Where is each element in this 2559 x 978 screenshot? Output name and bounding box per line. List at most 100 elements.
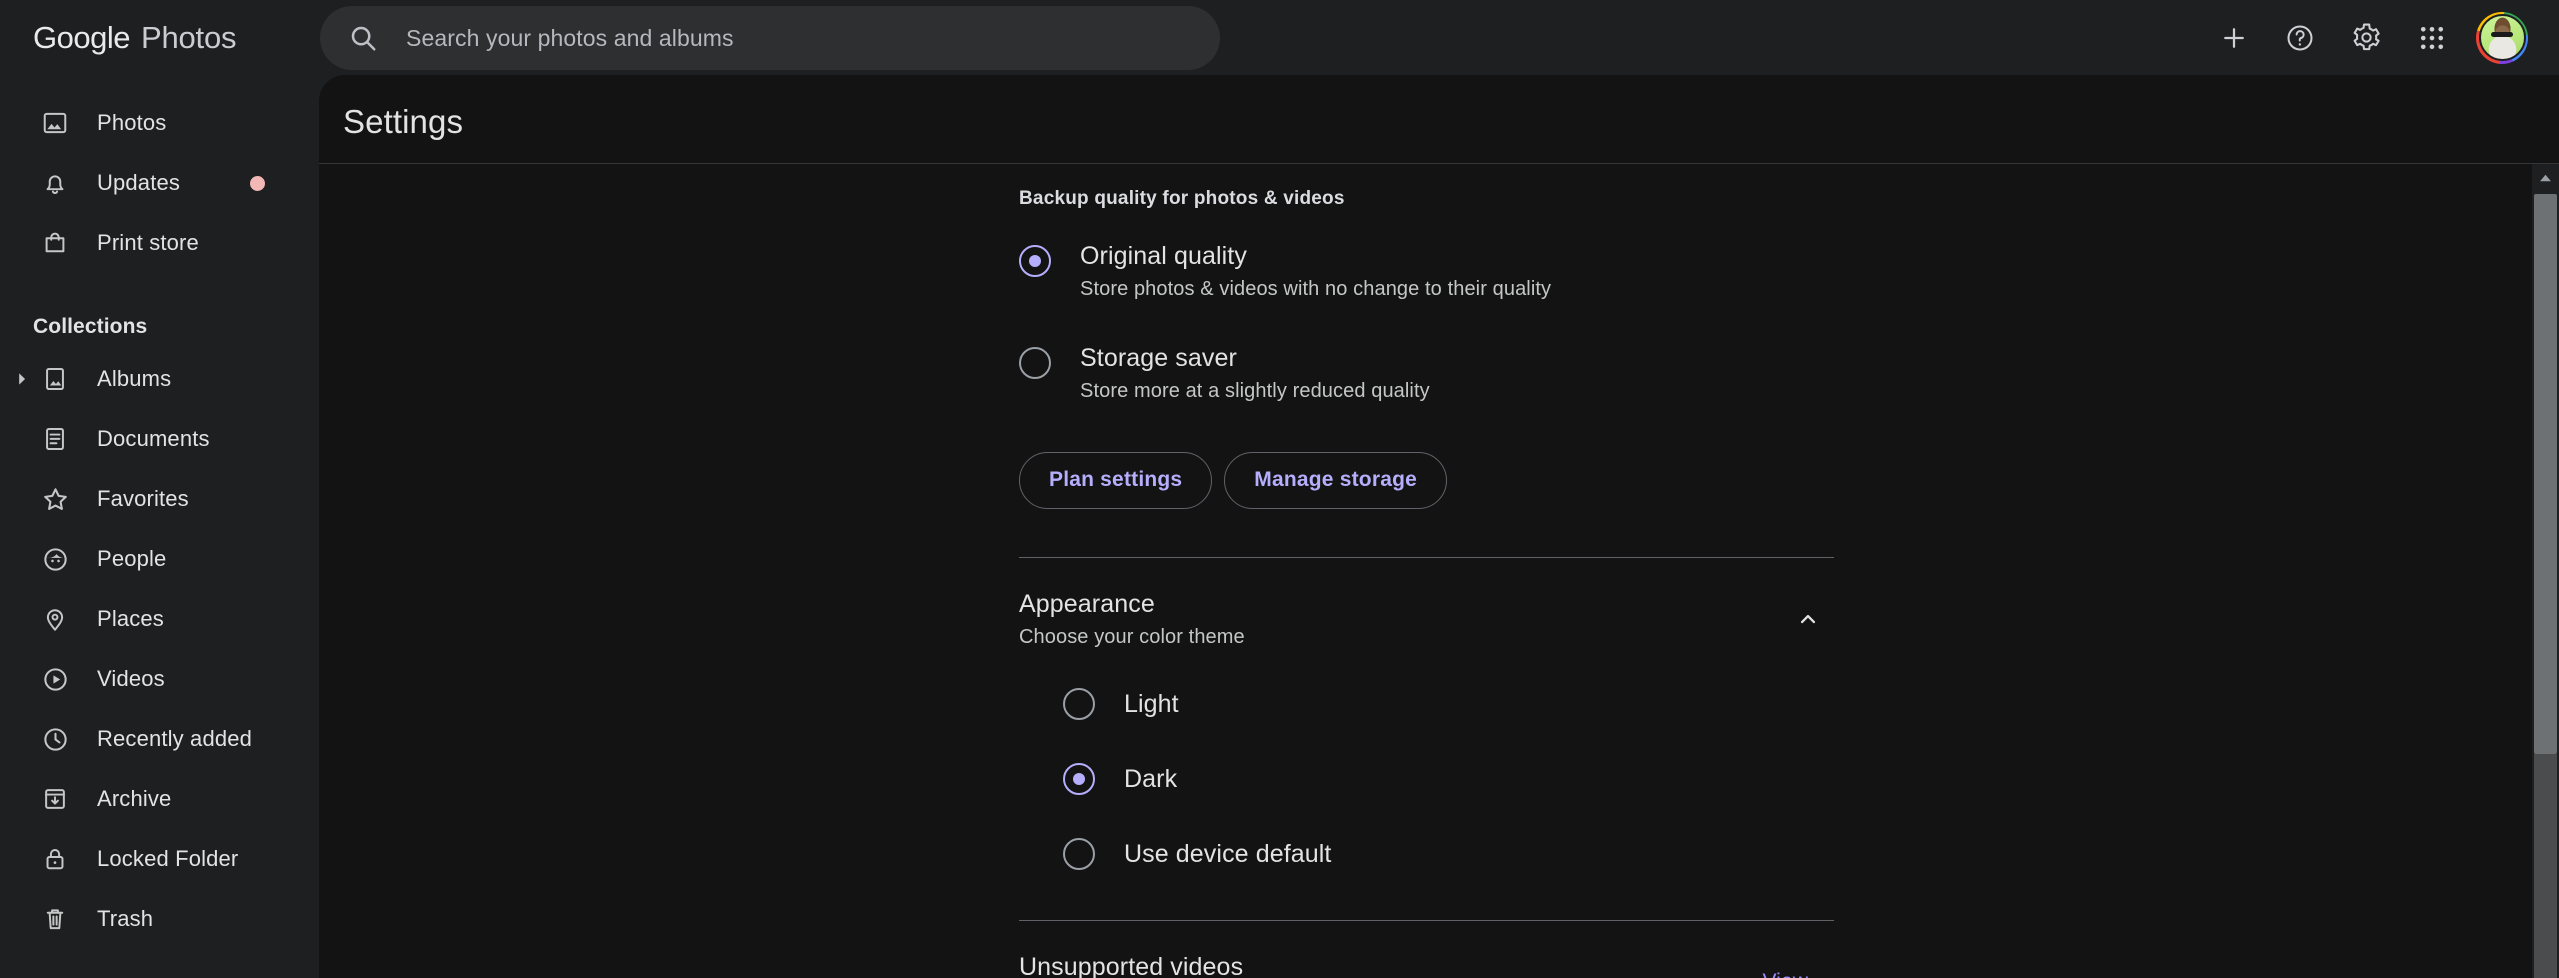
search-input[interactable]: Search your photos and albums [320, 6, 1220, 70]
search-icon [348, 23, 378, 53]
sidebar-item-places[interactable]: Places [0, 589, 311, 649]
option-title: Storage saver [1080, 344, 1430, 373]
sidebar-item-locked-folder[interactable]: Locked Folder [0, 829, 311, 889]
main-panel: Settings Backup quality for photos & vid… [319, 75, 2559, 978]
backup-quality-label: Backup quality for photos & videos [1019, 188, 1834, 210]
radio-dark-theme[interactable] [1063, 763, 1095, 795]
star-icon [40, 484, 70, 514]
chevron-up-icon[interactable] [1788, 599, 1828, 639]
help-button[interactable] [2267, 5, 2333, 71]
scrollbar-track[interactable] [2534, 754, 2557, 978]
theme-options: Light Dark Use device default [1019, 667, 1834, 892]
theme-label: Light [1124, 690, 1179, 719]
sidebar-item-documents[interactable]: Documents [0, 409, 311, 469]
unsupported-videos-text: Unsupported videos Manage your videos th… [1019, 953, 1415, 978]
settings-button[interactable] [2333, 5, 2399, 71]
google-photos-settings-app: Google Photos Search your photos and alb… [0, 0, 2559, 978]
radio-device-default-theme[interactable] [1063, 838, 1095, 870]
backup-option-text: Storage saver Store more at a slightly r… [1080, 344, 1430, 403]
theme-option-device-default[interactable]: Use device default [1019, 817, 1834, 892]
radio-original-quality[interactable] [1019, 245, 1051, 277]
shopping-bag-icon [40, 228, 70, 258]
sidebar-item-videos[interactable]: Videos [0, 649, 311, 709]
vertical-scrollbar[interactable] [2532, 164, 2559, 978]
sidebar-item-updates[interactable]: Updates [0, 153, 311, 213]
updates-badge [250, 176, 265, 191]
trash-icon [40, 904, 70, 934]
archive-icon [40, 784, 70, 814]
section-divider [1019, 920, 1834, 921]
backup-option-text: Original quality Store photos & videos w… [1080, 242, 1551, 301]
settings-content: Backup quality for photos & videos Origi… [1019, 164, 1834, 978]
radio-light-theme[interactable] [1063, 688, 1095, 720]
brand-photos-text: Photos [141, 20, 236, 56]
scrollbar-thumb[interactable] [2534, 194, 2557, 754]
sidebar-item-print-store[interactable]: Print store [0, 213, 311, 273]
gear-icon [2351, 22, 2382, 53]
unsupported-videos-row[interactable]: Unsupported videos Manage your videos th… [1019, 953, 1834, 978]
theme-option-light[interactable]: Light [1019, 667, 1834, 742]
account-avatar[interactable] [2469, 5, 2535, 71]
sidebar-item-photos[interactable]: Photos [0, 93, 311, 153]
sidebar-item-albums[interactable]: Albums [0, 349, 311, 409]
document-icon [40, 424, 70, 454]
sidebar-item-favorites[interactable]: Favorites [0, 469, 311, 529]
view-unsupported-videos-link[interactable]: View [1762, 970, 1808, 978]
sidebar-section-collections: Collections [33, 315, 319, 339]
option-title: Original quality [1080, 242, 1551, 271]
sidebar-item-label: Videos [97, 666, 165, 692]
theme-option-dark[interactable]: Dark [1019, 742, 1834, 817]
sidebar-item-label: Updates [97, 170, 180, 196]
plan-settings-button[interactable]: Plan settings [1019, 452, 1212, 509]
option-subtitle: Store more at a slightly reduced quality [1080, 380, 1430, 403]
sidebar-item-people[interactable]: People [0, 529, 311, 589]
lock-icon [40, 844, 70, 874]
appearance-header-text: Appearance Choose your color theme [1019, 590, 1245, 649]
sidebar-item-label: Favorites [97, 486, 189, 512]
chevron-right-icon[interactable] [12, 369, 32, 389]
caret-up-icon[interactable] [2532, 164, 2559, 191]
backup-option-storage-saver[interactable]: Storage saver Store more at a slightly r… [1019, 330, 1834, 417]
clock-icon [40, 724, 70, 754]
sidebar-item-label: People [97, 546, 166, 572]
backup-option-original-quality[interactable]: Original quality Store photos & videos w… [1019, 228, 1834, 315]
page-title: Settings [343, 103, 463, 141]
option-subtitle: Store photos & videos with no change to … [1080, 278, 1551, 301]
sidebar-item-label: Places [97, 606, 164, 632]
backup-actions: Plan settings Manage storage [1019, 452, 1834, 509]
radio-storage-saver[interactable] [1019, 347, 1051, 379]
sidebar-item-label: Archive [97, 786, 171, 812]
theme-label: Dark [1124, 765, 1177, 794]
sidebar-item-label: Albums [97, 366, 171, 392]
sidebar-item-recently-added[interactable]: Recently added [0, 709, 311, 769]
search-placeholder: Search your photos and albums [406, 25, 734, 52]
appearance-section-header[interactable]: Appearance Choose your color theme [1019, 590, 1834, 649]
brand-google-text: Google [33, 20, 130, 56]
sidebar-item-label: Locked Folder [97, 846, 238, 872]
theme-label: Use device default [1124, 840, 1331, 869]
apps-grid-icon [2417, 23, 2447, 53]
section-divider [1019, 557, 1834, 558]
sidebar-item-label: Documents [97, 426, 210, 452]
sidebar-item-label: Print store [97, 230, 199, 256]
top-bar-actions [2201, 0, 2535, 75]
bell-icon [40, 168, 70, 198]
help-circle-icon [2285, 23, 2315, 53]
brand-logo[interactable]: Google Photos [33, 20, 236, 56]
play-circle-icon [40, 664, 70, 694]
sidebar-item-label: Photos [97, 110, 166, 136]
manage-storage-button[interactable]: Manage storage [1224, 452, 1447, 509]
unsupported-videos-title: Unsupported videos [1019, 953, 1415, 978]
settings-scroll-area[interactable]: Backup quality for photos & videos Origi… [319, 164, 2559, 978]
plus-icon [2219, 23, 2249, 53]
sidebar-item-trash[interactable]: Trash [0, 889, 311, 949]
google-apps-button[interactable] [2399, 5, 2465, 71]
album-icon [40, 364, 70, 394]
create-button[interactable] [2201, 5, 2267, 71]
sidebar-item-label: Recently added [97, 726, 252, 752]
sidebar-item-archive[interactable]: Archive [0, 769, 311, 829]
photo-icon [40, 108, 70, 138]
location-pin-icon [40, 604, 70, 634]
sidebar: Photos Updates Print store Collections [0, 75, 319, 978]
appearance-title: Appearance [1019, 590, 1245, 619]
